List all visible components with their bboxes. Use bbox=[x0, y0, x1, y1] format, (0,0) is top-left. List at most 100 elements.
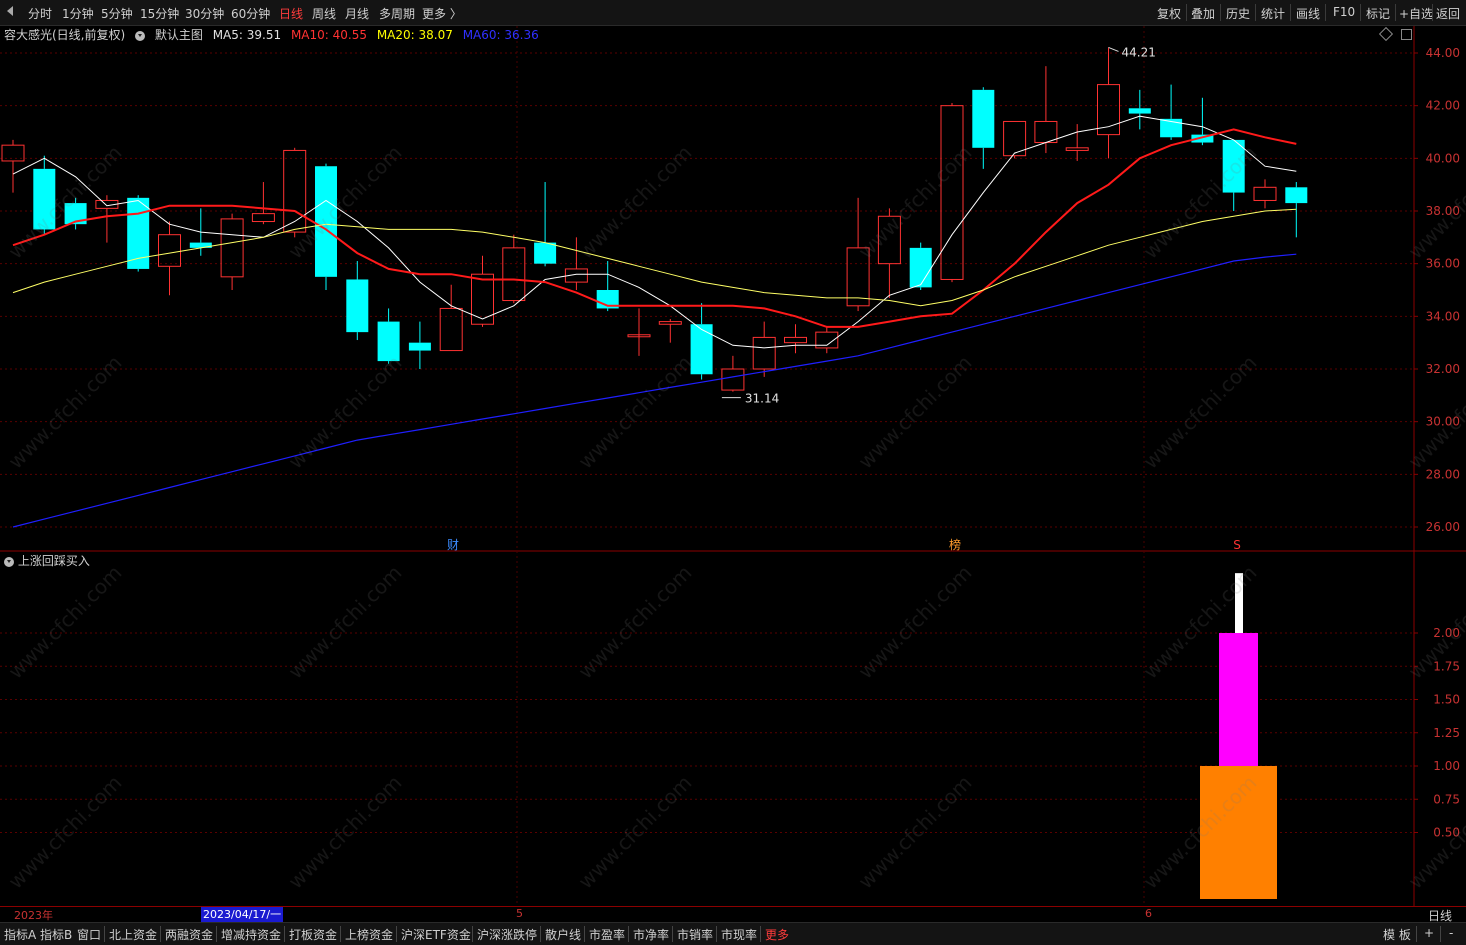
margin-funds-button[interactable]: 两融资金 bbox=[165, 926, 213, 943]
candle-down bbox=[534, 242, 557, 264]
window-button[interactable]: 窗口 bbox=[77, 926, 101, 943]
price-tick-label: 26.00 bbox=[1426, 520, 1460, 534]
indicator-tick-label: 0.50 bbox=[1433, 826, 1460, 840]
tab-monthly[interactable]: 月线 bbox=[345, 5, 369, 22]
ma5-line bbox=[12, 115, 1297, 349]
kline-chart-area[interactable]: 44.00 42.00 40.00 38.00 36.00 34.00 32.00 30.00… bbox=[0, 26, 1466, 906]
indicator-toolbar: 指标A 指标B 窗口 北上资金 两融资金 增减持资金 打板资金 上榜资金 沪深E… bbox=[0, 922, 1466, 945]
candle-down bbox=[408, 342, 431, 351]
chart-canvas[interactable]: 44.00 42.00 40.00 38.00 36.00 34.00 32.00 30.00… bbox=[0, 26, 1466, 906]
candle-up bbox=[940, 105, 964, 280]
indicator-tick-label: 1.00 bbox=[1433, 759, 1460, 773]
maximize-icon[interactable] bbox=[1401, 29, 1412, 40]
ps-ratio-button[interactable]: 市销率 bbox=[677, 926, 713, 943]
northbound-funds-button[interactable]: 北上资金 bbox=[109, 926, 157, 943]
candle-up bbox=[784, 336, 807, 344]
dropdown-circle-icon[interactable] bbox=[4, 556, 14, 567]
tab-5min[interactable]: 5分钟 bbox=[101, 5, 133, 22]
price-tick-label: 44.00 bbox=[1426, 46, 1460, 60]
candle-up bbox=[1253, 186, 1277, 201]
candle-up bbox=[1034, 120, 1058, 144]
template-name[interactable]: 默认主图 bbox=[155, 28, 203, 42]
candle-up bbox=[1065, 147, 1089, 151]
history-button[interactable]: 历史 bbox=[1226, 5, 1250, 22]
month-label-6: 6 bbox=[1145, 907, 1152, 920]
high-label: 44.21 bbox=[1122, 45, 1156, 59]
draw-line-button[interactable]: 画线 bbox=[1296, 5, 1320, 22]
ma10-value: MA10: 40.55 bbox=[290, 28, 367, 42]
pcf-ratio-button[interactable]: 市现率 bbox=[721, 926, 757, 943]
indicator-a-button[interactable]: 指标A bbox=[4, 926, 36, 943]
tab-weekly[interactable]: 周线 bbox=[312, 5, 336, 22]
date-axis: 2023年 2023/04/17/一 5 6 日线 bbox=[0, 906, 1466, 923]
candle-down bbox=[1285, 187, 1308, 204]
ma5-value: MA5: 39.51 bbox=[212, 28, 282, 42]
more-indicators-button[interactable]: 更多 bbox=[765, 926, 789, 943]
statistics-button[interactable]: 统计 bbox=[1261, 5, 1285, 22]
candle-up bbox=[752, 336, 776, 370]
pe-ratio-button[interactable]: 市盈率 bbox=[589, 926, 625, 943]
cursor-date-label: 2023/04/17/一 bbox=[201, 907, 284, 922]
price-tick-label: 40.00 bbox=[1426, 151, 1460, 165]
price-tick-label: 38.00 bbox=[1426, 204, 1460, 218]
low-label: 31.14 bbox=[745, 392, 779, 406]
candle-up bbox=[846, 247, 870, 307]
ma60-value: MA60: 36.36 bbox=[462, 28, 539, 42]
tab-15min[interactable]: 15分钟 bbox=[140, 5, 179, 22]
etf-funds-button[interactable]: 沪深ETF资金 bbox=[401, 926, 471, 943]
stock-title: 容大感光(日线,前复权) bbox=[4, 28, 126, 42]
ma20-value: MA20: 38.07 bbox=[376, 28, 453, 42]
tab-more[interactable]: 更多 〉 bbox=[422, 5, 462, 22]
month-label-5: 5 bbox=[516, 907, 523, 920]
indicator-bar-white bbox=[1235, 573, 1243, 633]
add-watchlist-button[interactable]: +自选 bbox=[1399, 5, 1433, 22]
price-tick-label: 34.00 bbox=[1426, 309, 1460, 323]
price-tick-label: 30.00 bbox=[1426, 415, 1460, 429]
return-button[interactable]: 返回 bbox=[1436, 5, 1460, 22]
indicator-tick-label: 1.75 bbox=[1433, 659, 1460, 673]
candle-up bbox=[877, 215, 901, 265]
tab-60min[interactable]: 60分钟 bbox=[231, 5, 270, 22]
zoom-in-button[interactable]: + bbox=[1424, 926, 1434, 940]
indicator-tick-label: 0.75 bbox=[1433, 792, 1460, 806]
candle-up bbox=[439, 307, 463, 352]
year-label: 2023年 bbox=[14, 909, 53, 922]
candle-up bbox=[251, 213, 275, 223]
period-toolbar: 分时 1分钟 5分钟 15分钟 30分钟 60分钟 日线 周线 月线 多周期 更… bbox=[0, 0, 1466, 26]
tab-daily[interactable]: 日线 bbox=[279, 5, 303, 22]
back-arrow-icon[interactable] bbox=[7, 6, 13, 16]
retail-line-button[interactable]: 散户线 bbox=[545, 926, 581, 943]
candle-down bbox=[1128, 108, 1151, 114]
indicator-tick-label: 2.00 bbox=[1433, 626, 1460, 640]
limit-stats-button[interactable]: 沪深涨跌停 bbox=[477, 926, 537, 943]
candle-down bbox=[1222, 139, 1245, 193]
indicator-legend: 上涨回踩买入 bbox=[4, 552, 90, 569]
zoom-out-button[interactable]: - bbox=[1449, 926, 1453, 940]
ma60-line bbox=[12, 253, 1297, 528]
top-list-funds-button[interactable]: 上榜资金 bbox=[345, 926, 393, 943]
candle-down bbox=[690, 324, 713, 375]
candle-down bbox=[315, 166, 337, 277]
candle-down bbox=[33, 168, 56, 230]
limit-up-funds-button[interactable]: 打板资金 bbox=[289, 926, 337, 943]
ma10-line bbox=[12, 128, 1297, 328]
tab-timeshare[interactable]: 分时 bbox=[28, 5, 52, 22]
price-tick-label: 32.00 bbox=[1426, 362, 1460, 376]
indicator-tick-label: 1.25 bbox=[1433, 726, 1460, 740]
adjust-button[interactable]: 复权 bbox=[1157, 5, 1181, 22]
template-button[interactable]: 模 板 bbox=[1383, 926, 1411, 943]
f10-button[interactable]: F10 bbox=[1333, 5, 1355, 19]
overlay-button[interactable]: 叠加 bbox=[1191, 5, 1215, 22]
indicator-tick-label: 1.50 bbox=[1433, 693, 1460, 707]
indicator-b-button[interactable]: 指标B bbox=[40, 926, 72, 943]
mark-button[interactable]: 标记 bbox=[1366, 5, 1390, 22]
holding-change-button[interactable]: 增减持资金 bbox=[221, 926, 281, 943]
price-tick-label: 28.00 bbox=[1426, 467, 1460, 481]
candle-down bbox=[346, 279, 369, 333]
candle-up bbox=[721, 368, 745, 391]
pb-ratio-button[interactable]: 市净率 bbox=[633, 926, 669, 943]
tab-1min[interactable]: 1分钟 bbox=[62, 5, 94, 22]
tab-30min[interactable]: 30分钟 bbox=[185, 5, 224, 22]
dropdown-circle-icon[interactable] bbox=[135, 30, 146, 41]
tab-multi-period[interactable]: 多周期 bbox=[379, 5, 415, 22]
